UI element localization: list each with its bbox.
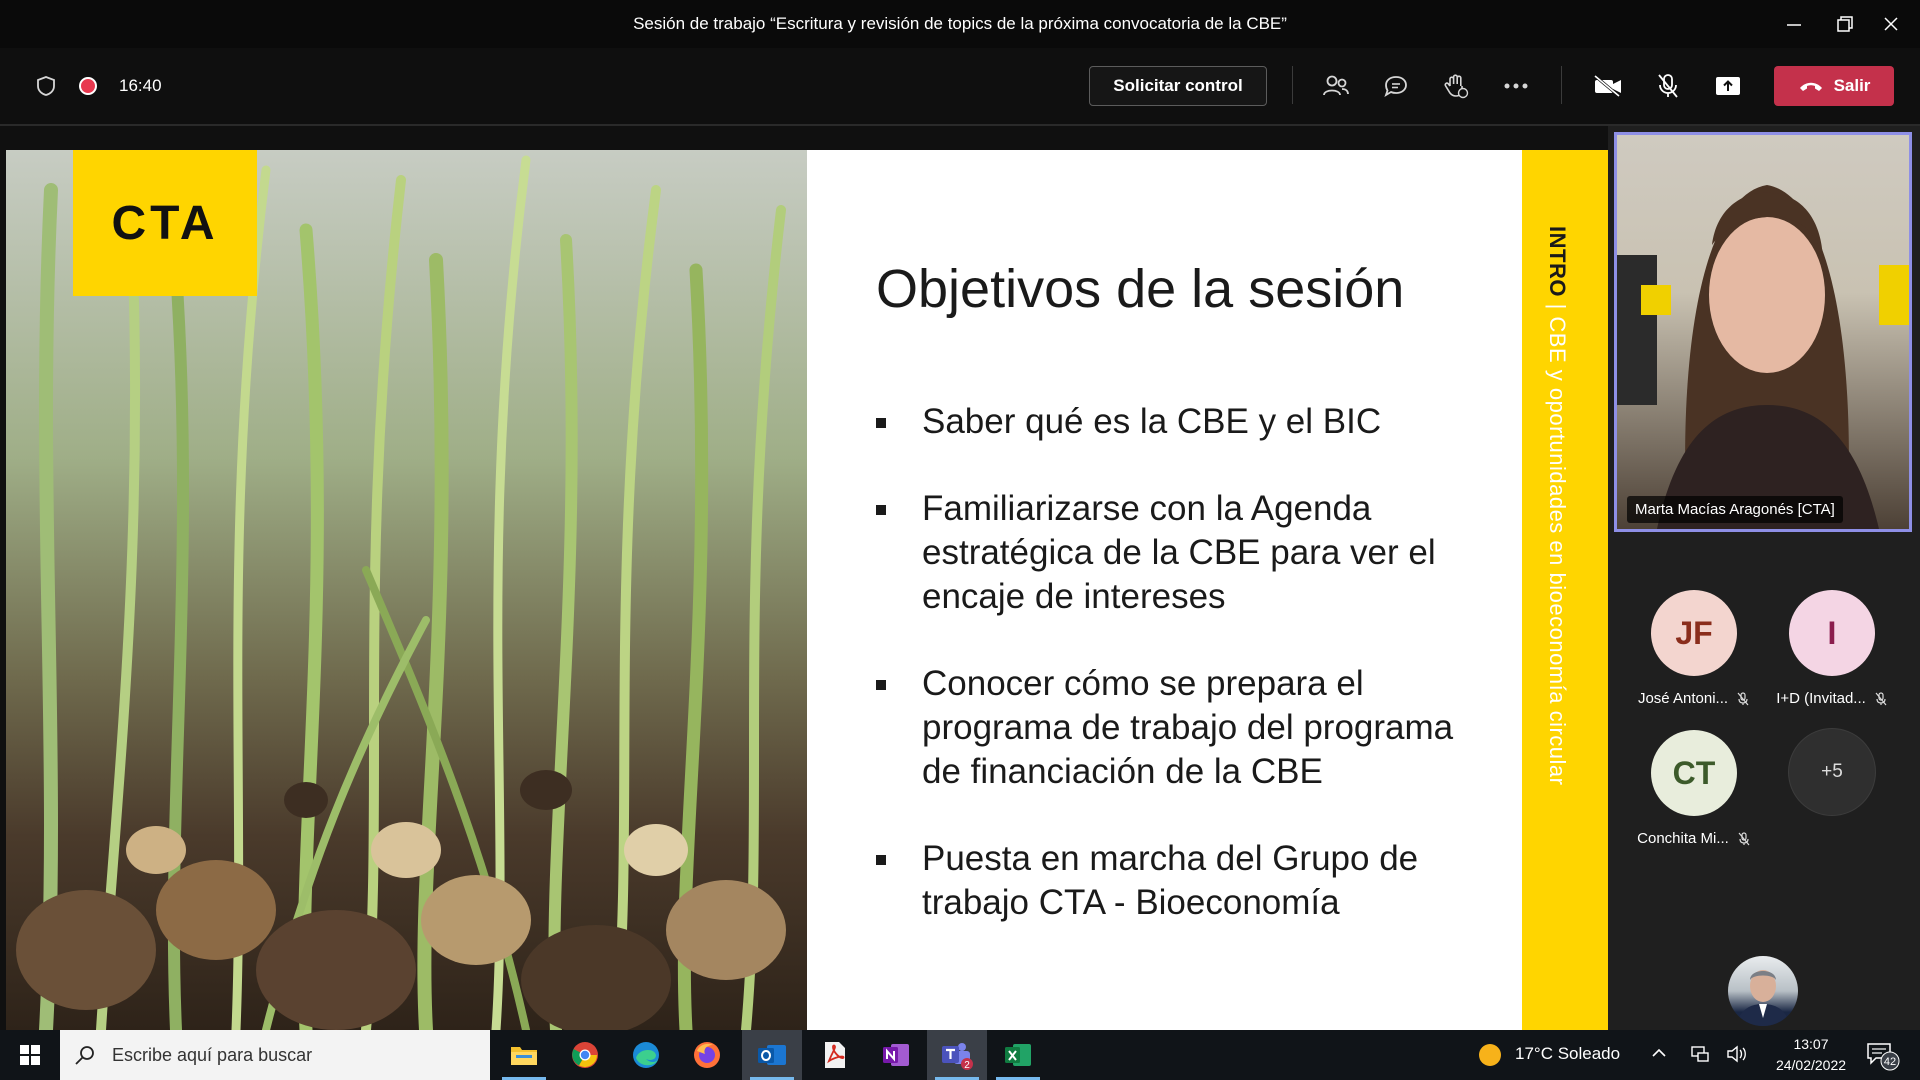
list-item: Puesta en marcha del Grupo de trabajo CT…	[876, 837, 1496, 925]
leave-label: Salir	[1833, 76, 1871, 95]
participant-tile[interactable]: JF José Antoni...	[1624, 590, 1764, 707]
weather-text[interactable]: 17°C Soleado	[1515, 1044, 1620, 1064]
list-item: Familiarizarse con la Agenda estratégica…	[876, 487, 1496, 619]
slide-section-label: INTRO | CBE y oportunidades en bioeconom…	[1544, 226, 1570, 786]
cta-logo: CTA	[73, 150, 257, 296]
chevron-up-icon[interactable]	[1650, 1044, 1668, 1067]
volume-icon[interactable]	[1726, 1044, 1748, 1069]
close-icon[interactable]	[1862, 0, 1920, 48]
search-icon	[75, 1046, 94, 1065]
people-icon[interactable]	[1316, 66, 1356, 106]
avatar: I	[1789, 590, 1875, 676]
file-explorer-icon[interactable]	[494, 1030, 554, 1080]
self-portrait	[1736, 970, 1790, 1026]
windows-icon	[20, 1045, 40, 1065]
minimize-icon[interactable]	[1765, 0, 1823, 48]
speaker-video[interactable]: Marta Macías Aragonés [CTA]	[1614, 132, 1912, 532]
acrobat-icon[interactable]	[805, 1030, 865, 1080]
mic-off-icon	[1737, 691, 1749, 705]
more-participants-count: +5	[1788, 728, 1876, 816]
seedlings-photo: CTA	[6, 150, 807, 1030]
outlook-icon[interactable]	[742, 1030, 802, 1080]
list-item: Conocer cómo se prepara el programa de t…	[876, 662, 1496, 794]
presentation-slide: CTA Objetivos de la sesión Saber qué es …	[6, 150, 1608, 1030]
objectives-list: Saber qué es la CBE y el BIC Familiariza…	[876, 400, 1496, 968]
edge-icon[interactable]	[616, 1030, 676, 1080]
notification-count: 42	[1884, 1056, 1896, 1068]
mic-off-icon	[1875, 691, 1887, 705]
taskbar-search[interactable]: Escribe aquí para buscar	[60, 1030, 490, 1080]
toolbar-divider	[1292, 66, 1293, 104]
avatar: CT	[1651, 730, 1737, 816]
leave-button[interactable]: Salir	[1774, 66, 1894, 106]
teams-badge: 2	[964, 1060, 970, 1070]
section-topic-label: CBE y oportunidades en bioeconomía circu…	[1545, 316, 1570, 786]
search-placeholder: Escribe aquí para buscar	[112, 1044, 313, 1065]
participant-name: José Antoni...	[1637, 690, 1729, 707]
section-separator: |	[1545, 296, 1570, 317]
onenote-icon[interactable]	[866, 1030, 926, 1080]
participant-name: I+D (Invitad...	[1776, 690, 1866, 707]
participant-name: Conchita Mi...	[1637, 830, 1729, 847]
request-control-button[interactable]: Solicitar control	[1089, 66, 1267, 106]
taskbar-clock[interactable]: 13:07 24/02/2022	[1766, 1034, 1856, 1076]
participant-tile[interactable]: CT Conchita Mi...	[1624, 730, 1764, 847]
title-bar: Sesión de trabajo “Escritura y revisión …	[0, 0, 1920, 48]
slide-title: Objetivos de la sesión	[876, 259, 1405, 319]
toolbar-divider	[1561, 66, 1562, 104]
speaker-name: Marta Macías Aragonés [CTA]	[1627, 496, 1843, 523]
raise-hand-icon[interactable]	[1436, 66, 1476, 106]
more-participants-tile[interactable]: +5	[1762, 728, 1902, 816]
shield-icon[interactable]	[26, 66, 66, 106]
clock-time: 13:07	[1793, 1036, 1829, 1052]
excel-icon[interactable]	[988, 1030, 1048, 1080]
weather-icon	[1478, 1043, 1502, 1072]
meeting-timer: 16:40	[119, 76, 162, 95]
network-icon[interactable]	[1690, 1044, 1710, 1069]
window-title: Sesión de trabajo “Escritura y revisión …	[633, 14, 1287, 33]
more-icon[interactable]	[1496, 66, 1536, 106]
camera-off-icon[interactable]	[1588, 66, 1628, 106]
windows-taskbar: Escribe aquí para buscar 2 17°C Soleado …	[0, 1030, 1920, 1080]
chrome-icon[interactable]	[555, 1030, 615, 1080]
start-button[interactable]	[0, 1030, 60, 1080]
meeting-toolbar	[0, 48, 1920, 126]
teams-icon[interactable]: 2	[927, 1030, 987, 1080]
avatar: JF	[1651, 590, 1737, 676]
recording-icon	[68, 66, 108, 106]
participant-tile[interactable]: I I+D (Invitad...	[1762, 590, 1902, 707]
clock-date: 24/02/2022	[1775, 1057, 1847, 1073]
chat-icon[interactable]	[1376, 66, 1416, 106]
section-intro-label: INTRO	[1545, 226, 1570, 297]
mic-off-icon	[1738, 831, 1750, 845]
mic-off-icon[interactable]	[1648, 66, 1688, 106]
notifications-icon[interactable]: 42	[1866, 1040, 1902, 1077]
speaker-figure	[1617, 185, 1909, 529]
firefox-icon[interactable]	[677, 1030, 737, 1080]
share-icon[interactable]	[1708, 66, 1748, 106]
list-item: Saber qué es la CBE y el BIC	[876, 400, 1496, 444]
phone-hangup-icon	[1799, 82, 1822, 91]
self-view-avatar[interactable]	[1728, 956, 1798, 1026]
